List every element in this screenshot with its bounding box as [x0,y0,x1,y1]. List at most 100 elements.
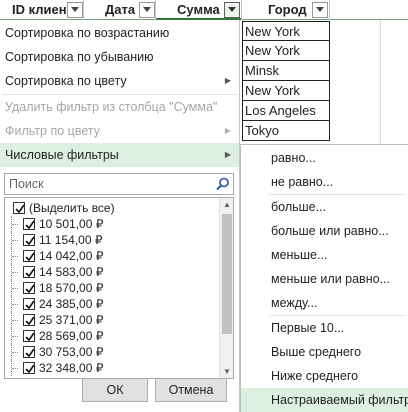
chevron-right-icon: ▶ [224,76,231,85]
chevron-down-icon [143,7,151,12]
submenu-item-greater[interactable]: больше... [241,195,408,219]
clear-filter-item: Удалить фильтр из столбца "Сумма" [0,95,239,119]
cancel-button[interactable]: Отмена [155,378,227,402]
list-item-label: 24 385,00 ₽ [39,297,104,311]
header-id-label: ID клиен [12,2,67,17]
header-id: ID клиен [0,0,84,20]
submenu-item-between[interactable]: между... [241,291,408,315]
check-icon [25,268,35,278]
check-icon [25,364,35,374]
filter-dropdown-date-button[interactable] [139,2,155,18]
values-list[interactable]: (Выделить все) 10 501,00 ₽ 11 154,00 ₽ 1… [4,197,234,379]
checkbox[interactable] [23,218,35,230]
list-item-label: 18 570,00 ₽ [39,281,104,295]
list-item-label: 14 583,00 ₽ [39,265,104,279]
submenu-item-not-equals[interactable]: не равно... [241,170,408,194]
scrollbar-thumb[interactable] [222,214,232,334]
submenu-item-custom-filter[interactable]: Настраиваемый фильтр... [241,388,408,412]
list-item-label: 11 154,00 ₽ [39,233,103,247]
filter-dropdown-sum-button[interactable] [224,2,240,18]
number-filters-submenu: равно... не равно... больше... больше ил… [240,144,408,412]
city-cell[interactable]: Tokyo [242,121,330,141]
search-box[interactable] [4,173,234,195]
checkbox[interactable] [23,314,35,326]
tree-line [11,280,21,296]
number-filters-item[interactable]: Числовые фильтры ▶ [0,143,239,167]
tree-line [11,360,21,376]
list-item-label: (Выделить все) [29,201,115,215]
checkbox[interactable] [23,250,35,262]
sort-by-color-label: Сортировка по цвету [5,74,127,88]
search-icon [216,177,229,191]
filter-by-color-item: Фильтр по цвету ▶ [0,119,239,143]
submenu-item-greater-equal[interactable]: больше или равно... [241,219,408,243]
gridline [380,20,381,150]
checkbox[interactable] [23,234,35,246]
filter-dropdown-id-button[interactable] [67,2,83,18]
sort-ascending-item[interactable]: Сортировка по возрастанию [0,21,239,45]
autofilter-dropdown: Сортировка по возрастанию Сортировка по … [0,20,240,412]
check-icon [15,204,25,214]
header-date-label: Дата [105,2,136,17]
checkbox[interactable] [23,330,35,342]
vertical-scrollbar[interactable]: ▲ ▼ [219,198,233,378]
clear-filter-label: Удалить фильтр из столбца "Сумма" [5,100,218,114]
ok-button[interactable]: ОК [82,378,148,402]
sort-by-color-item[interactable]: Сортировка по цвету ▶ [0,69,239,93]
check-icon [25,316,35,326]
tree-line [11,264,21,280]
list-item-label: 30 753,00 ₽ [39,345,104,359]
check-icon [25,252,35,262]
check-icon [25,236,35,246]
checkbox[interactable] [23,362,35,374]
header-city: Город [242,0,330,20]
checkbox[interactable] [23,298,35,310]
submenu-item-equals[interactable]: равно... [241,146,408,170]
tree-line [11,328,21,344]
checkbox[interactable] [13,202,25,214]
submenu-item-below-average[interactable]: Ниже среднего [241,364,408,388]
chevron-down-icon [228,7,236,12]
check-icon [25,300,35,310]
city-cell[interactable]: New York [242,81,330,101]
scroll-up-icon[interactable]: ▲ [223,200,231,209]
checkbox[interactable] [23,346,35,358]
header-date: Дата [84,0,156,20]
tree-line [11,296,21,312]
submenu-item-less-equal[interactable]: меньше или равно... [241,267,408,291]
list-item-label: 28 569,00 ₽ [39,329,104,343]
list-item-label: 14 042,00 ₽ [39,249,104,263]
header-sum-label: Сумма [177,2,220,17]
sort-ascending-label: Сортировка по возрастанию [5,26,170,40]
submenu-item-less[interactable]: меньше... [241,243,408,267]
sort-descending-label: Сортировка по убыванию [5,50,154,64]
submenu-item-above-average[interactable]: Выше среднего [241,340,408,364]
list-item-label: 32 348,00 ₽ [39,361,104,375]
submenu-item-top10[interactable]: Первые 10... [241,316,408,340]
number-filters-label: Числовые фильтры [5,148,119,162]
chevron-down-icon [71,7,79,12]
list-item-label: 25 371,00 ₽ [39,313,104,327]
city-cell[interactable]: New York [242,21,330,41]
header-row: ID клиен Дата Сумма Город [0,0,408,20]
city-cell[interactable]: Los Angeles [242,101,330,121]
checkbox[interactable] [23,282,35,294]
chevron-right-icon: ▶ [224,150,231,159]
scroll-down-icon[interactable]: ▼ [223,367,231,376]
city-cell[interactable]: New York [242,41,330,61]
tree-line [11,232,21,248]
sort-descending-item[interactable]: Сортировка по убыванию [0,45,239,69]
header-sum: Сумма [156,0,242,20]
tree-line [11,248,21,264]
chevron-right-icon: ▶ [224,126,231,135]
check-icon [25,332,35,342]
city-cell[interactable]: Minsk [242,61,330,81]
header-city-label: Город [268,2,307,17]
check-icon [25,348,35,358]
check-icon [25,220,35,230]
chevron-down-icon [316,7,324,12]
filter-dropdown-city-button[interactable] [312,2,328,18]
checkbox[interactable] [23,266,35,278]
search-input[interactable] [7,175,207,193]
list-item-label: 10 501,00 ₽ [39,217,104,231]
